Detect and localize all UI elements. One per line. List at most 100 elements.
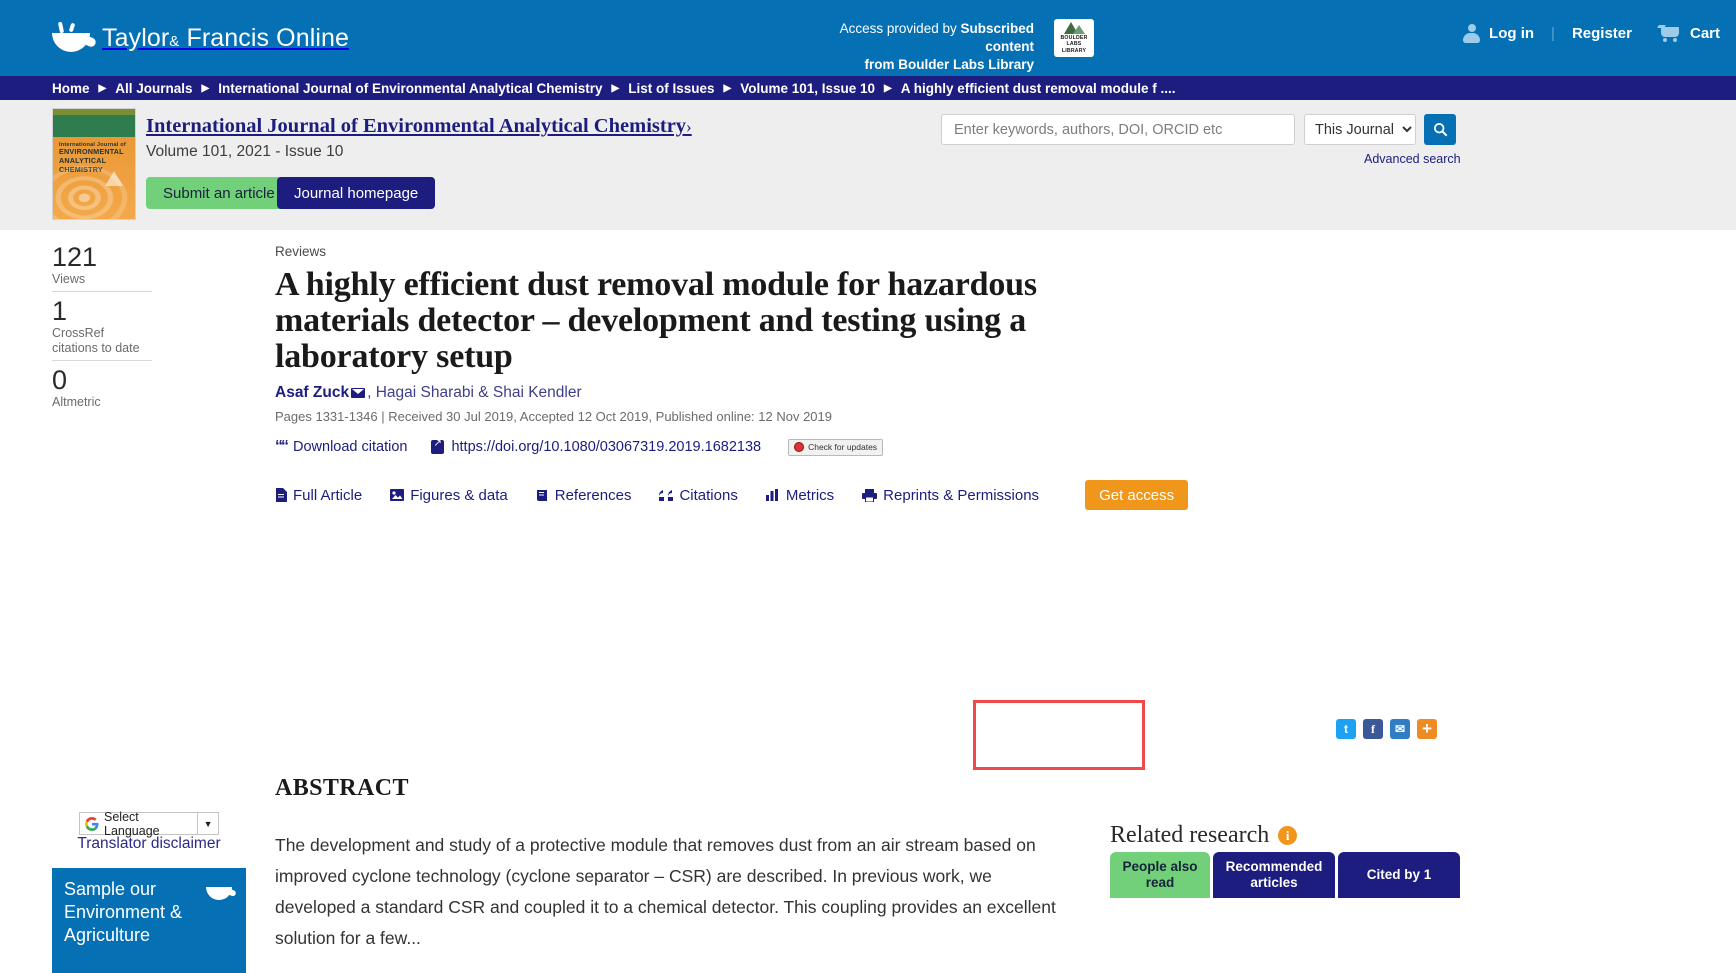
- chevron-right-icon: ▶: [723, 82, 732, 94]
- search-submit-button[interactable]: [1424, 114, 1456, 145]
- chevron-right-icon: ▶: [201, 82, 210, 94]
- search-scope-select[interactable]: This Journal All Journals: [1304, 114, 1416, 145]
- article-doi-row: ““ Download citation https://doi.org/10.…: [275, 438, 1235, 456]
- document-icon: [275, 488, 287, 502]
- article-tabs: Full Article Figures & data References C…: [275, 473, 1455, 517]
- site-header: Taylor& Francis Online Access provided b…: [0, 0, 1736, 76]
- mountain-icon: [1061, 21, 1087, 35]
- article-pages-dates: Pages 1331-1346 | Received 30 Jul 2019, …: [275, 409, 832, 424]
- site-logo[interactable]: Taylor& Francis Online: [52, 21, 350, 54]
- quote-icon: [659, 489, 674, 501]
- tab-label: Citations: [679, 486, 738, 504]
- tab-references[interactable]: References: [536, 486, 632, 504]
- tab-metrics[interactable]: Metrics: [765, 486, 835, 504]
- breadcrumb-item-home[interactable]: Home: [52, 81, 90, 96]
- related-research-tabs: People also read Recommended articles Ci…: [1110, 852, 1460, 898]
- crossmark-badge[interactable]: Check for updates: [788, 438, 884, 456]
- metric-views-label: Views: [52, 272, 86, 286]
- tab-label: Reprints & Permissions: [883, 486, 1040, 504]
- external-link-icon: [431, 438, 445, 454]
- breadcrumb-item-list-of-issues[interactable]: List of Issues: [628, 81, 714, 96]
- journal-header-notch: [265, 100, 295, 116]
- authors-rest: , Hagai Sharabi & Shai Kendler: [367, 384, 582, 401]
- cart-link[interactable]: Cart: [1690, 25, 1720, 42]
- translator-disclaimer-link[interactable]: Translator disclaimer: [52, 835, 246, 853]
- metric-views-value: 121: [52, 242, 98, 272]
- tab-citations[interactable]: Citations: [659, 486, 738, 504]
- get-access-button[interactable]: Get access: [1085, 480, 1189, 510]
- library-logo-line3: LIBRARY: [1061, 47, 1087, 54]
- doi-link[interactable]: https://doi.org/10.1080/03067319.2019.16…: [451, 439, 761, 455]
- breadcrumb-item-volume-issue[interactable]: Volume 101, Issue 10: [740, 81, 875, 96]
- breadcrumb: Home ▶ All Journals ▶ International Jour…: [0, 76, 1736, 100]
- journal-title-link[interactable]: International Journal of Environmental A…: [146, 115, 692, 138]
- metric-views: 121 Views: [52, 242, 152, 292]
- breadcrumb-item-current-article[interactable]: A highly efficient dust removal module f…: [901, 81, 1176, 96]
- language-selector-label: Select Language: [104, 809, 160, 838]
- related-tab-people-also-read[interactable]: People also read: [1110, 852, 1210, 898]
- download-citation-link[interactable]: Download citation: [293, 439, 407, 455]
- register-link[interactable]: Register: [1572, 25, 1632, 42]
- crossmark-label: Check for updates: [808, 442, 878, 452]
- info-icon[interactable]: i: [1278, 826, 1298, 845]
- access-provider: Subscribed content: [960, 21, 1034, 54]
- metric-altmetric: 0 Altmetric: [52, 365, 152, 414]
- promo-banner[interactable]: Sample our Environment & Agriculture: [52, 868, 246, 973]
- bar-chart-icon: [765, 489, 780, 501]
- page-title: A highly efficient dust removal module f…: [275, 266, 1037, 375]
- crossmark-icon: [794, 442, 805, 452]
- tab-label: References: [554, 486, 632, 504]
- related-research-heading: Related research i: [1110, 822, 1298, 849]
- more-share-icon[interactable]: +: [1417, 719, 1437, 739]
- tab-figures-data[interactable]: Figures & data: [390, 487, 508, 504]
- tab-label: Metrics: [785, 486, 835, 504]
- abstract-heading: ABSTRACT: [275, 775, 409, 801]
- search-icon: [1433, 122, 1447, 137]
- language-selector[interactable]: Select Language ▼: [79, 809, 219, 838]
- facebook-icon[interactable]: f: [1363, 719, 1383, 739]
- related-tab-recommended-articles[interactable]: Recommended articles: [1213, 852, 1335, 898]
- journal-homepage-button[interactable]: Journal homepage: [277, 177, 436, 209]
- chevron-down-icon[interactable]: ▼: [198, 819, 218, 829]
- chevron-right-icon: ›: [686, 117, 692, 136]
- account-actions: Log in | Register Cart: [1463, 24, 1720, 43]
- twitter-icon[interactable]: t: [1336, 719, 1356, 739]
- lamp-icon: [206, 880, 237, 900]
- chevron-right-icon: ▶: [884, 82, 892, 94]
- related-tab-cited-by[interactable]: Cited by 1: [1338, 852, 1460, 898]
- image-icon: [390, 489, 405, 501]
- author-link-lead[interactable]: Asaf Zuck: [275, 384, 349, 401]
- search-input[interactable]: [941, 114, 1295, 145]
- metric-altmetric-label: Altmetric: [52, 395, 101, 409]
- chevron-right-icon: ▶: [98, 82, 107, 94]
- advanced-search-link[interactable]: Advanced search: [1364, 152, 1461, 166]
- access-provided-by: Access provided by Subscribed content fr…: [802, 20, 1034, 74]
- tab-label: Figures & data: [410, 486, 508, 504]
- email-share-icon[interactable]: ✉: [1390, 719, 1410, 739]
- journal-title-text: International Journal of Environmental A…: [146, 115, 687, 137]
- cart-icon[interactable]: [1657, 25, 1681, 42]
- tab-full-article[interactable]: Full Article: [275, 487, 362, 504]
- article-header: Reviews A highly efficient dust removal …: [265, 100, 1235, 456]
- library-logo-line2: LABS: [1066, 41, 1082, 48]
- metric-crossref-label: CrossRef citations to date: [52, 326, 140, 355]
- site-logo-text: Taylor& Francis Online: [102, 23, 350, 52]
- get-access-highlight-annotation: [973, 700, 1145, 770]
- email-icon[interactable]: [351, 388, 366, 398]
- journal-cover-image[interactable]: International Journal of ENVIRONMENTAL A…: [52, 108, 136, 220]
- article-authors: Asaf Zuck , Hagai Sharabi & Shai Kendler: [275, 384, 1235, 402]
- access-label: Access provided by: [839, 21, 961, 36]
- submit-article-button[interactable]: Submit an article: [146, 177, 292, 209]
- access-institution: from Boulder Labs Library: [864, 57, 1034, 72]
- abstract-text: The development and study of a protectiv…: [275, 835, 1056, 948]
- quote-icon: ““: [275, 438, 289, 455]
- tab-reprints-permissions[interactable]: Reprints & Permissions: [862, 487, 1039, 504]
- login-link[interactable]: Log in: [1489, 25, 1534, 42]
- metric-crossref: 1 CrossRef citations to date: [52, 296, 152, 361]
- chevron-right-icon: ▶: [611, 82, 620, 94]
- book-icon: [536, 489, 549, 502]
- lamp-icon: [52, 21, 98, 54]
- breadcrumb-item-journal[interactable]: International Journal of Environmental A…: [218, 81, 602, 96]
- journal-header: International Journal of ENVIRONMENTAL A…: [0, 100, 1736, 230]
- breadcrumb-item-all-journals[interactable]: All Journals: [115, 81, 192, 96]
